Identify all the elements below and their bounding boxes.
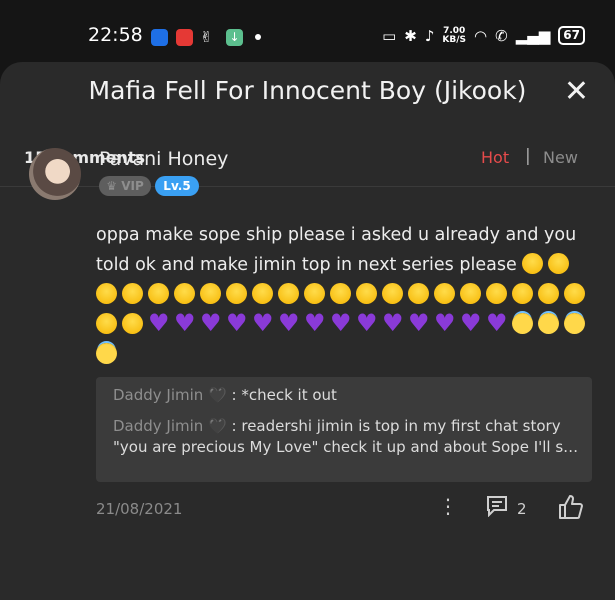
hand-icon: ✌ <box>200 28 213 46</box>
purple-heart-emoji <box>148 313 170 334</box>
more-notifications-dot <box>255 34 261 40</box>
purple-heart-emoji <box>356 313 378 334</box>
black-heart-icon: 🖤 <box>208 386 227 404</box>
pleading-face-emoji <box>148 283 169 304</box>
close-icon[interactable]: ✕ <box>564 74 589 109</box>
purple-heart-emoji <box>486 313 508 334</box>
pleading-face-emoji <box>522 253 544 274</box>
purple-heart-emoji <box>408 313 430 334</box>
purple-heart-emoji <box>252 313 274 334</box>
pleading-face-emoji <box>96 283 117 304</box>
halo-face-emoji <box>538 313 559 334</box>
reply-item[interactable]: Daddy Jimin 🖤 : *check it out <box>113 385 583 406</box>
call-icon: ✆ <box>495 26 508 45</box>
thumbs-up-icon[interactable] <box>558 494 584 520</box>
reply-text: : *check it out <box>226 386 337 404</box>
video-app-icon <box>176 29 193 46</box>
pleading-face-emoji <box>382 283 403 304</box>
reply-count: 2 <box>517 500 527 518</box>
reply-author[interactable]: Daddy Jimin <box>113 417 203 435</box>
pleading-face-emoji <box>564 283 585 304</box>
purple-heart-emoji <box>304 313 326 334</box>
pleading-face-emoji <box>122 283 143 304</box>
pleading-face-emoji <box>356 283 377 304</box>
black-heart-icon: 🖤 <box>208 417 227 435</box>
comment-text: oppa make sope ship please i asked u alr… <box>96 225 577 275</box>
comment-date: 21/08/2021 <box>96 500 183 518</box>
purple-heart-emoji <box>226 313 248 334</box>
status-indicators: ▭ ✱ ♪ 7.00 KB/S ◠ ✆ ▂▄▆ 67 <box>382 26 585 45</box>
halo-face-emoji <box>512 313 533 334</box>
sheet-title: Mafia Fell For Innocent Boy (Jikook) <box>88 76 527 105</box>
pleading-face-emoji <box>278 283 299 304</box>
pleading-face-emoji <box>174 283 195 304</box>
pleading-face-emoji <box>538 283 559 304</box>
mute-icon: ♪ <box>424 26 435 45</box>
pleading-face-emoji <box>434 283 455 304</box>
pleading-face-emoji <box>304 283 325 304</box>
reply-preview-box[interactable]: Daddy Jimin 🖤 : *check it out Daddy Jimi… <box>96 377 592 482</box>
vip-badge: ♛ VIP <box>99 176 151 196</box>
pleading-face-emoji <box>330 283 351 304</box>
status-time: 22:58 <box>88 24 143 46</box>
halo-face-emoji <box>96 343 117 364</box>
purple-heart-emoji <box>434 313 456 334</box>
reply-author[interactable]: Daddy Jimin <box>113 386 203 404</box>
tab-hot[interactable]: Hot <box>481 148 509 167</box>
comment-body: oppa make sope ship please i asked u alr… <box>96 220 594 370</box>
status-bar: 22:58 ✌ ↓ ▭ ✱ ♪ 7.00 KB/S ◠ ✆ ▂▄▆ 67 <box>0 0 615 66</box>
pleading-face-emoji <box>460 283 481 304</box>
wifi-icon: ◠ <box>474 26 488 45</box>
halo-face-emoji <box>564 313 585 334</box>
purple-heart-emoji <box>278 313 300 334</box>
pleading-face-emoji <box>512 283 533 304</box>
purple-heart-emoji <box>174 313 196 334</box>
reply-icon[interactable] <box>485 495 509 517</box>
pleading-face-emoji <box>408 283 429 304</box>
purple-heart-emoji <box>460 313 482 334</box>
bluetooth-icon: ✱ <box>404 26 417 45</box>
comment-username[interactable]: Pavani Honey <box>99 148 228 170</box>
pleading-face-emoji <box>548 253 570 274</box>
pleading-face-emoji <box>96 313 117 334</box>
tab-separator: | <box>525 146 531 166</box>
network-speed: 7.00 KB/S <box>442 25 467 45</box>
download-icon: ↓ <box>226 29 243 46</box>
pleading-face-emoji <box>200 283 221 304</box>
reply-item[interactable]: Daddy Jimin 🖤 : readershi jimin is top i… <box>113 416 583 458</box>
purple-heart-emoji <box>330 313 352 334</box>
level-badge: Lv.5 <box>155 176 199 196</box>
pleading-face-emoji <box>486 283 507 304</box>
cast-icon: ▭ <box>382 26 397 45</box>
pleading-face-emoji <box>226 283 247 304</box>
tab-new[interactable]: New <box>543 148 578 167</box>
comments-filter-bar: 15 comments Hot | New <box>0 126 615 187</box>
pleading-face-emoji <box>122 313 143 334</box>
more-options-icon[interactable]: ⋮ <box>438 494 458 518</box>
app-notification-icon <box>151 29 168 46</box>
signal-icon: ▂▄▆ <box>515 26 551 45</box>
avatar[interactable] <box>29 148 81 200</box>
purple-heart-emoji <box>382 313 404 334</box>
battery-indicator: 67 <box>558 26 585 45</box>
purple-heart-emoji <box>200 313 222 334</box>
pleading-face-emoji <box>252 283 273 304</box>
